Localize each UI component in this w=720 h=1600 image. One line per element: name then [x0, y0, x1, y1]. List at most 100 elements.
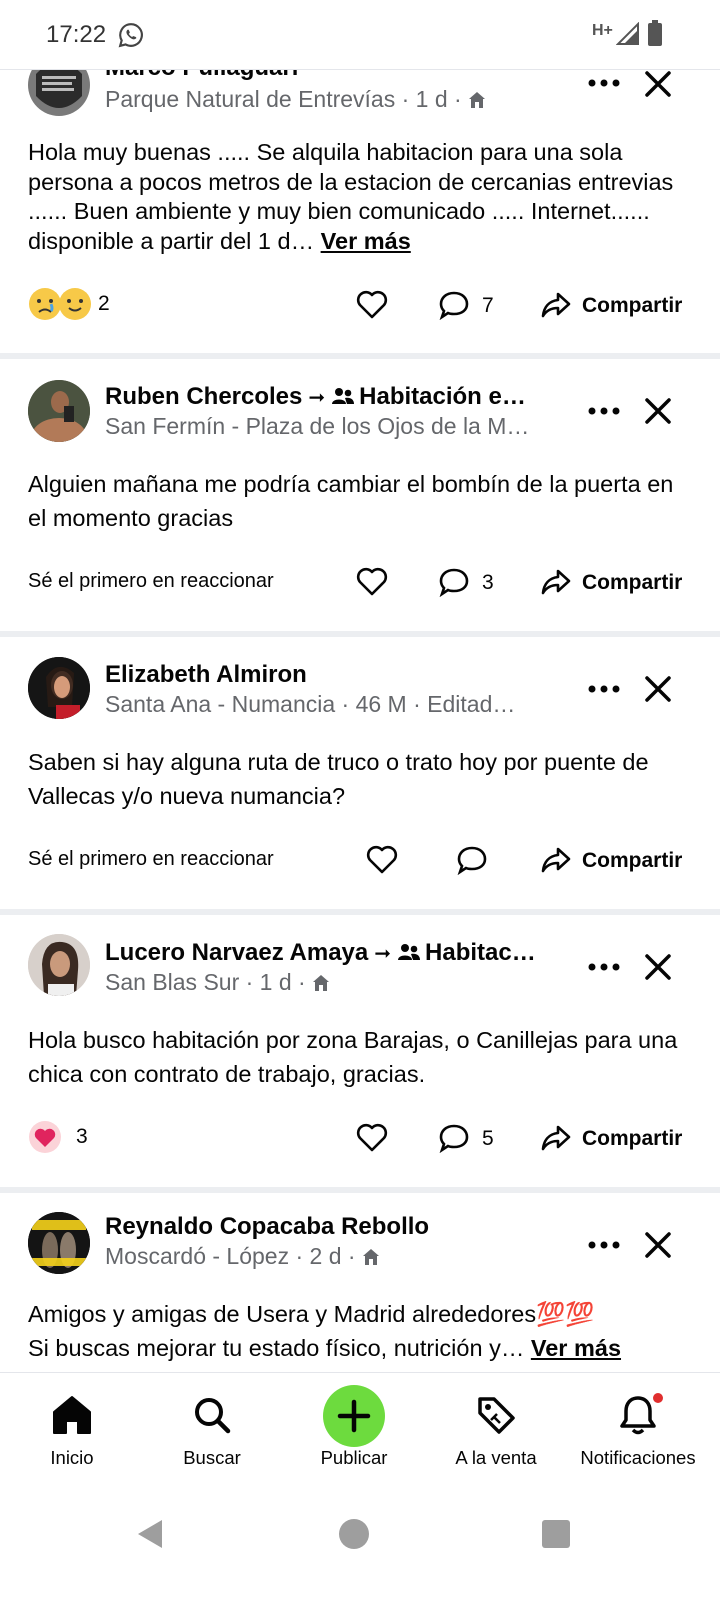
whatsapp-icon — [118, 23, 143, 48]
close-icon[interactable] — [642, 951, 674, 983]
post-author[interactable]: Marco Pullaguari — [105, 70, 298, 82]
back-icon[interactable] — [132, 1514, 172, 1554]
notification-dot — [651, 1391, 665, 1405]
reaction-count: 2 — [98, 292, 110, 315]
avatar[interactable] — [28, 1212, 90, 1274]
post-text: Amigos y amigas de Usera y Madrid alrede… — [28, 1297, 688, 1365]
nav-item-buscar[interactable]: Buscar — [140, 1373, 284, 1491]
close-icon[interactable] — [642, 1229, 674, 1261]
meta-text: Parque Natural de Entrevías · 1 d · — [105, 86, 462, 112]
first-reaction-prompt: Sé el primero en reaccionar — [28, 570, 274, 592]
close-icon[interactable] — [642, 395, 674, 427]
meta-text: Santa Ana - Numancia · 46 M · Editad… — [105, 691, 516, 717]
share-button[interactable]: Compartir — [582, 1127, 682, 1151]
comment-count[interactable]: 7 — [482, 294, 494, 318]
like-heart-icon[interactable] — [356, 567, 388, 597]
more-options-icon[interactable] — [584, 70, 624, 98]
post-text-content: Hola busco habitación por zona Barajas, … — [28, 1027, 678, 1087]
nav-item-a-la-venta[interactable]: A la venta — [424, 1373, 568, 1491]
share-icon[interactable] — [540, 845, 572, 875]
post-meta: Parque Natural de Entrevías · 1 d · — [105, 86, 486, 113]
status-time: 17:22 — [46, 21, 107, 48]
share-icon[interactable] — [540, 290, 572, 320]
avatar[interactable] — [28, 657, 90, 719]
share-icon[interactable] — [540, 567, 572, 597]
group-name[interactable]: Habitación e… — [359, 383, 526, 410]
more-options-icon[interactable] — [584, 1230, 624, 1260]
like-heart-icon[interactable] — [366, 845, 398, 875]
like-heart-icon[interactable] — [356, 290, 388, 320]
group-name[interactable]: Habitac… — [425, 939, 536, 966]
post-card: Marco Pullaguari Parque Natural de Entre… — [0, 70, 720, 350]
arrow-right-icon: ➞ — [374, 943, 392, 965]
home-icon — [53, 1396, 91, 1434]
nav-item-inicio[interactable]: Inicio — [0, 1373, 144, 1491]
home-icon — [312, 975, 329, 991]
comment-icon[interactable] — [438, 567, 470, 597]
author-name[interactable]: Lucero Narvaez Amaya — [105, 939, 368, 966]
price-tag-icon — [478, 1397, 515, 1434]
reactions-summary[interactable]: 2 — [28, 284, 110, 324]
post-author[interactable]: Reynaldo Copacaba Rebollo — [105, 1213, 429, 1241]
care-reaction-icon — [59, 288, 91, 320]
post-text-line: Si buscas mejorar tu estado físico, nutr… — [28, 1331, 688, 1365]
home-button-icon[interactable] — [334, 1514, 374, 1554]
post-text: Alguien mañana me podría cambiar el bomb… — [28, 467, 688, 535]
avatar[interactable] — [28, 934, 90, 996]
author-name[interactable]: Ruben Chercoles — [105, 383, 302, 410]
post-meta: San Fermín - Plaza de los Ojos de la M… — [105, 413, 529, 440]
post-meta: San Blas Sur · 1 d · — [105, 969, 330, 996]
battery-icon — [648, 20, 662, 46]
post-meta: Moscardó - López · 2 d · — [105, 1243, 380, 1270]
recents-icon[interactable] — [536, 1514, 576, 1554]
author-name[interactable]: Elizabeth Almiron — [105, 661, 307, 688]
more-options-icon[interactable] — [584, 674, 624, 704]
see-more-link[interactable]: Ver más — [321, 228, 411, 254]
more-options-icon[interactable] — [584, 396, 624, 426]
nav-item-notificaciones[interactable]: Notificaciones — [566, 1373, 710, 1491]
like-heart-icon[interactable] — [356, 1123, 388, 1153]
nav-label: Inicio — [50, 1447, 94, 1468]
close-icon[interactable] — [642, 70, 674, 100]
comment-icon[interactable] — [438, 1123, 470, 1153]
post-card: Reynaldo Copacaba Rebollo Moscardó - Lóp… — [0, 1193, 720, 1400]
comment-icon[interactable] — [438, 290, 470, 320]
post-author[interactable]: Lucero Narvaez Amaya ➞ Habitac… — [105, 939, 536, 967]
share-button[interactable]: Compartir — [582, 294, 682, 318]
avatar[interactable] — [28, 70, 90, 116]
nav-item-publicar[interactable]: Publicar — [282, 1373, 426, 1491]
post-text-line: Amigos y amigas de Usera y Madrid alrede… — [28, 1301, 595, 1327]
avatar[interactable] — [28, 380, 90, 442]
more-options-icon[interactable] — [584, 952, 624, 982]
share-button[interactable]: Compartir — [582, 571, 682, 595]
signal-icon — [616, 22, 639, 45]
comment-count[interactable]: 5 — [482, 1127, 494, 1151]
post-text: Saben si hay alguna ruta de truco o trat… — [28, 745, 688, 813]
post-author[interactable]: Elizabeth Almiron — [105, 661, 307, 689]
comment-icon[interactable] — [456, 845, 488, 875]
author-name[interactable]: Marco Pullaguari — [105, 70, 298, 81]
meta-text: Moscardó - López · 2 d · — [105, 1243, 356, 1269]
post-card: Ruben Chercoles ➞ Habitación e… San Fermín… — [0, 359, 720, 631]
search-icon — [195, 1398, 231, 1434]
arrow-right-icon: ➞ — [308, 387, 326, 409]
comment-count[interactable]: 3 — [482, 571, 494, 595]
network-type-label: H+ — [592, 22, 613, 39]
author-name[interactable]: Reynaldo Copacaba Rebollo — [105, 1213, 429, 1240]
group-icon — [398, 944, 421, 960]
reactions-summary[interactable]: 3 — [28, 1117, 88, 1157]
feed[interactable]: Marco Pullaguari Parque Natural de Entre… — [0, 70, 720, 1400]
share-button[interactable]: Compartir — [582, 849, 682, 873]
share-icon[interactable] — [540, 1123, 572, 1153]
bottom-nav: Inicio Buscar Publicar A la venta Notifi… — [0, 1372, 720, 1490]
see-more-link[interactable]: Ver más — [531, 1335, 621, 1361]
meta-text: San Fermín - Plaza de los Ojos de la M… — [105, 413, 530, 439]
post-author[interactable]: Ruben Chercoles ➞ Habitación e… — [105, 383, 526, 411]
avatar-image — [28, 1212, 90, 1274]
home-icon — [362, 1249, 379, 1265]
nav-label: A la venta — [455, 1447, 537, 1468]
close-icon[interactable] — [642, 673, 674, 705]
post-text: Hola busco habitación por zona Barajas, … — [28, 1023, 688, 1091]
nav-label: Publicar — [320, 1447, 388, 1468]
group-icon — [332, 388, 355, 404]
